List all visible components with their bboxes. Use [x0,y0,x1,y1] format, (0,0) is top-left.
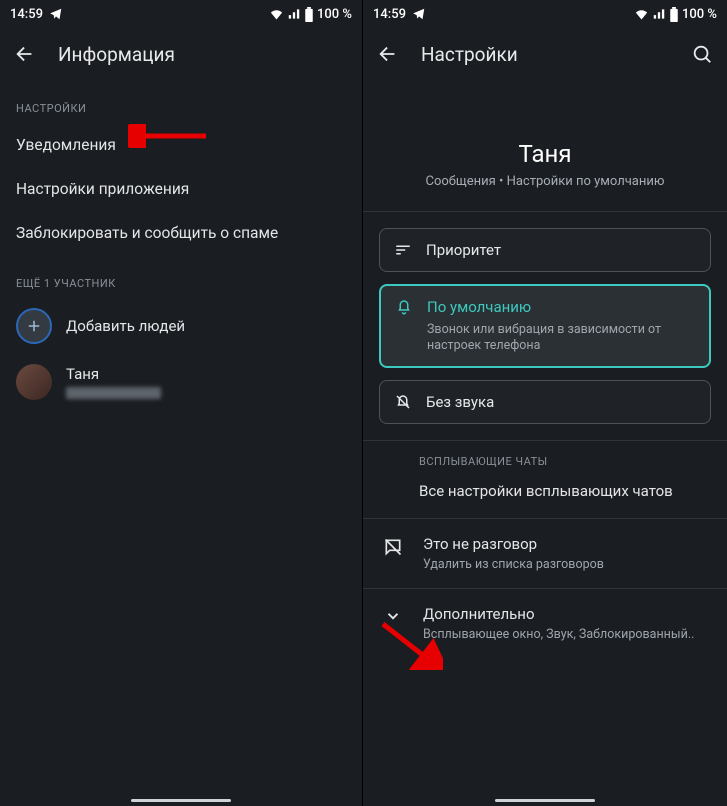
bubble-section: ВСПЛЫВАЮЩИЕ ЧАТЫ Все настройки всплывающ… [363,441,727,518]
plus-icon [16,308,52,344]
page-title: Настройки [421,43,518,66]
option-silent[interactable]: Без звука [379,380,711,424]
bubble-header: ВСПЛЫВАЮЩИЕ ЧАТЫ [419,455,707,468]
row-title: Дополнительно [423,605,694,623]
option-priority[interactable]: Приоритет [379,228,711,272]
search-button[interactable] [691,43,713,65]
telegram-icon [412,7,426,21]
battery-icon [669,7,679,22]
bubble-all-settings[interactable]: Все настройки всплывающих чатов [419,482,707,500]
more-row[interactable]: Дополнительно Всплывающее окно, Звук, За… [363,589,727,658]
chevron-down-icon [383,605,403,642]
notification-options: Приоритет По умолчанию Звонок или вибрац… [363,212,727,440]
bell-off-icon [394,393,412,411]
clock: 14:59 [373,7,406,22]
screen-info: 14:59 100 % Информация НАСТРОЙКИ Уведомл… [0,0,363,806]
block-spam-item[interactable]: Заблокировать и сообщить о спаме [0,211,362,255]
back-button[interactable] [14,43,36,65]
home-handle[interactable] [495,799,595,802]
home-handle[interactable] [131,799,231,802]
option-desc: Звонок или вибрация в зависимости от нас… [427,322,695,354]
app-settings-item[interactable]: Настройки приложения [0,167,362,211]
screen-settings: 14:59 100 % Настройки Таня Сообщения • Н… [363,0,727,806]
row-sub: Удалить из списка разговоров [423,557,604,572]
contact-name: Таня [379,140,711,168]
participant-number-blurred [66,387,161,399]
clock: 14:59 [10,7,43,22]
priority-icon [394,241,412,259]
signal-icon [652,7,666,21]
battery-pct: 100 % [317,7,352,22]
option-label: Приоритет [426,241,696,259]
top-bar: Настройки [363,28,727,80]
participant-name: Таня [66,365,161,383]
not-conversation-row[interactable]: Это не разговор Удалить из списка разгов… [363,519,727,588]
notifications-item[interactable]: Уведомления [0,123,362,167]
contact-header: Таня Сообщения • Настройки по умолчанию [363,80,727,211]
avatar [16,364,52,400]
back-button[interactable] [377,43,399,65]
contact-sub: Сообщения • Настройки по умолчанию [379,174,711,189]
status-bar: 14:59 100 % [0,0,362,28]
option-label: Без звука [426,393,696,411]
telegram-icon [49,7,63,21]
settings-header: НАСТРОЙКИ [0,80,362,123]
wifi-icon [634,7,649,22]
battery-pct: 100 % [682,7,717,22]
add-people-label: Добавить людей [66,317,185,335]
row-sub: Всплывающее окно, Звук, Заблокированный.… [423,627,694,642]
top-bar: Информация [0,28,362,80]
add-people-button[interactable]: Добавить людей [0,298,362,354]
chat-off-icon [383,535,403,572]
page-title: Информация [58,43,175,66]
battery-icon [304,7,314,22]
bell-icon [395,298,413,316]
status-bar: 14:59 100 % [363,0,727,28]
wifi-icon [269,7,284,22]
participants-header: ЕЩЁ 1 УЧАСТНИК [0,255,362,298]
signal-icon [287,7,301,21]
option-label: По умолчанию [427,298,695,316]
row-title: Это не разговор [423,535,604,553]
participant-row[interactable]: Таня [0,354,362,410]
option-default[interactable]: По умолчанию Звонок или вибрация в завис… [379,284,711,368]
